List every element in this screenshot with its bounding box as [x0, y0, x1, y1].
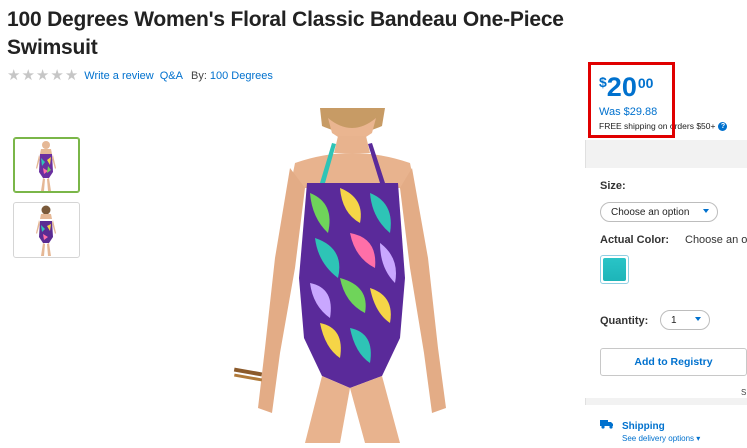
swimsuit-model-image: [233, 108, 446, 443]
info-icon[interactable]: ?: [718, 121, 728, 131]
add-to-registry-button[interactable]: Add to Registry: [600, 348, 747, 376]
star-icon: ★: [7, 67, 21, 84]
price-highlight-box: [588, 62, 675, 138]
swimsuit-back-thumbnail-image: [36, 205, 56, 256]
thumbnail-back[interactable]: [13, 202, 80, 258]
star-icon: ★: [64, 67, 79, 84]
star-icon: ★: [21, 67, 35, 84]
rating-stars[interactable]: ★ ★ ★ ★ ★: [7, 68, 78, 84]
thumbnail-front[interactable]: [13, 137, 80, 193]
star-icon: ★: [50, 67, 64, 84]
delivery-options-link[interactable]: See delivery options ▾: [622, 434, 700, 443]
chevron-down-icon: [695, 317, 701, 321]
qa-link[interactable]: Q&A: [160, 70, 183, 82]
rating-row: ★ ★ ★ ★ ★ Write a review Q&A By: 100 Deg…: [7, 68, 279, 84]
quantity-label: Quantity:: [600, 315, 649, 327]
product-title: 100 Degrees Women's Floral Classic Bande…: [7, 8, 564, 59]
size-select-value: Choose an option: [611, 206, 690, 218]
color-label: Actual Color:: [600, 234, 670, 246]
chevron-down-icon: [703, 209, 709, 213]
color-selection-text: Choose an o: [685, 234, 747, 246]
chevron-down-icon: ▾: [696, 434, 701, 443]
brand-link[interactable]: 100 Degrees: [210, 70, 273, 82]
size-select[interactable]: Choose an option: [600, 202, 718, 222]
quantity-value: 1: [671, 314, 677, 326]
product-main-image[interactable]: [200, 108, 500, 443]
truck-icon: [600, 420, 613, 429]
edge-text: S: [741, 388, 747, 397]
color-swatch-turquoise[interactable]: [600, 255, 629, 284]
by-label: By:: [190, 70, 207, 82]
write-review-link[interactable]: Write a review: [84, 70, 153, 82]
star-icon: ★: [35, 67, 50, 84]
quantity-select[interactable]: 1: [660, 310, 710, 330]
swimsuit-front-thumbnail-image: [36, 141, 56, 191]
size-label: Size:: [600, 180, 626, 192]
delivery-options-text: See delivery options: [622, 434, 695, 443]
shipping-title[interactable]: Shipping: [622, 421, 665, 432]
